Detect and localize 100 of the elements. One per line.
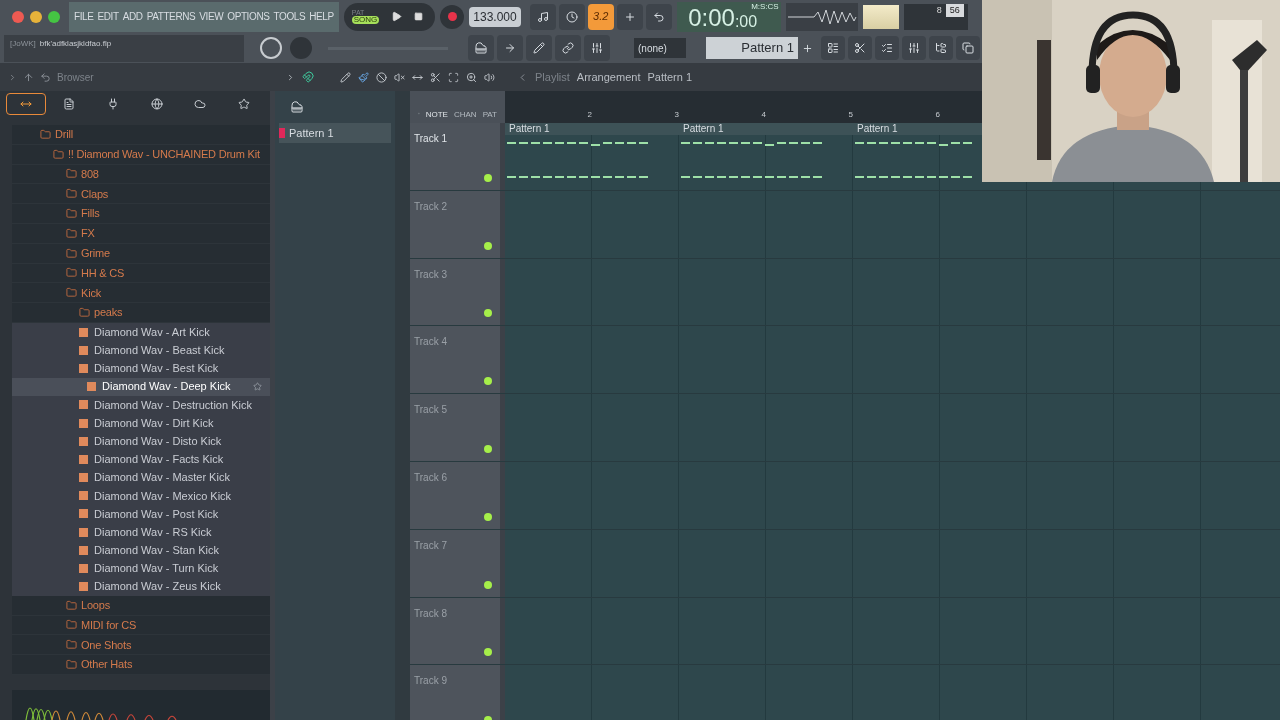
track-header[interactable]: Track 9 [410,665,500,720]
folder-item[interactable]: Fills [12,204,270,224]
expand-icon[interactable] [286,72,295,82]
metronome-button[interactable] [529,3,556,30]
sample-item[interactable]: Diamond Wav - Beast Kick [12,341,270,360]
track-header[interactable]: Track 6 [410,462,500,529]
folder-item[interactable]: Claps [12,184,270,205]
loop-button[interactable] [645,3,672,30]
sample-item[interactable]: Diamond Wav - Master Kick [12,468,270,487]
track-enable-icon[interactable] [484,445,492,453]
record-button[interactable] [440,4,465,29]
folder-item[interactable]: One Shots [12,635,270,656]
folder-item[interactable]: Kick [12,283,270,304]
master-volume-knob[interactable] [260,37,282,59]
track-enable-icon[interactable] [484,377,492,386]
magnet-icon[interactable] [302,71,314,83]
tool-label[interactable]: CHAN [453,111,477,119]
playlist-button[interactable] [821,36,845,60]
track-header[interactable]: Track 7 [410,529,500,597]
track-enable-icon[interactable] [484,580,492,589]
menu-item[interactable]: PATTERNS [145,9,197,24]
track-enable-icon[interactable] [484,309,492,318]
menu-item[interactable]: FILE [73,9,95,24]
sample-item[interactable]: Diamond Wav - Facts Kick [12,450,270,469]
menu-item[interactable]: VIEW [198,9,225,24]
scrollbar-track[interactable] [395,91,410,720]
breadcrumb-item[interactable]: Arrangement [576,68,641,86]
browser-button[interactable] [929,36,953,60]
track-header[interactable]: Track 5 [410,394,500,461]
song-mode-toggle[interactable]: SONG [351,16,380,24]
pattern-clip[interactable]: Pattern 1 [853,123,982,190]
slice-icon[interactable] [430,71,441,83]
maximize-button[interactable] [48,10,60,23]
sample-item[interactable]: Diamond Wav - Best Kick [12,359,270,378]
folder-item[interactable]: Other Hats [12,655,270,675]
track-header[interactable]: Track 3 [410,258,500,326]
folder-item[interactable]: peaks [12,303,270,323]
sample-item[interactable]: Diamond Wav - Turn Kick [12,559,270,578]
minimize-button[interactable] [30,10,42,23]
track-enable-icon[interactable] [484,241,492,250]
delete-icon[interactable] [376,71,387,83]
folder-item[interactable]: Drill [12,125,270,145]
menu-item[interactable]: OPTIONS [226,9,271,24]
breadcrumb-item[interactable]: Pattern 1 [647,68,693,86]
sample-item[interactable]: Diamond Wav - Disto Kick [12,432,270,451]
sample-item[interactable]: Diamond Wav - Stan Kick [12,541,270,560]
playback-icon[interactable] [484,71,495,83]
select-icon[interactable] [448,71,459,83]
step-button[interactable] [848,36,872,60]
channel-rack-button[interactable] [875,36,899,60]
track-header[interactable]: Track 8 [410,597,500,665]
up-icon[interactable] [23,71,34,83]
knob-button[interactable] [584,35,610,61]
folder-item[interactable]: !! Diamond Wav - UNCHAINED Drum Kit [12,144,270,165]
pattern-selector[interactable]: Pattern 1 [706,37,798,59]
breadcrumb-item[interactable]: Playlist [535,68,570,86]
mute-icon[interactable] [394,71,405,83]
channel-dropdown[interactable]: (none) [634,38,686,58]
track-enable-icon[interactable] [484,173,492,182]
arrow-button[interactable] [497,35,523,61]
mixer-button[interactable] [902,36,926,60]
expand-icon[interactable] [8,72,17,82]
countdown-button[interactable] [558,3,585,30]
add-button[interactable] [616,3,643,30]
tool-label[interactable]: NOTE [425,111,448,119]
pattern-clip[interactable]: Pattern 1 [505,123,679,190]
folder-item[interactable]: HH & CS [12,263,270,284]
add-pattern-icon[interactable] [802,42,813,54]
menu-item[interactable]: HELP [308,9,335,24]
stop-icon[interactable] [414,12,424,21]
folder-item[interactable]: 808 [12,164,270,185]
sample-item[interactable]: Diamond Wav - RS Kick [12,523,270,542]
menu-item[interactable]: ADD [121,9,144,24]
track-header[interactable]: Track 2 [410,190,500,258]
folder-item[interactable]: MIDI for CS [12,615,270,636]
link-button[interactable] [555,35,581,61]
tempo-field[interactable]: 133.000 [469,6,521,27]
plugin-button[interactable] [956,36,980,60]
menu-item[interactable]: TOOLS [272,9,307,24]
pattern-clip[interactable]: Pattern 1 [679,123,853,190]
track-header[interactable]: Track 1 [410,123,500,190]
piano-roll-button[interactable] [468,35,494,61]
pencil-button[interactable] [526,35,552,61]
folder-item[interactable]: Grime [12,243,270,264]
tool-label[interactable]: PAT [482,111,497,119]
zoom-icon[interactable] [466,71,477,83]
menu-item[interactable]: EDIT [96,9,120,24]
back-icon[interactable] [40,71,51,83]
pencil-icon[interactable] [340,71,351,83]
snap-button[interactable]: 3.2 [587,3,614,30]
track-header[interactable]: Track 4 [410,326,500,394]
piano-icon[interactable] [291,101,303,113]
play-icon[interactable] [391,11,403,22]
browser-tab[interactable] [5,93,46,115]
track-enable-icon[interactable] [484,512,492,521]
folder-item[interactable]: Loops [12,595,270,616]
folder-item[interactable]: FX [12,224,270,244]
pattern-item[interactable]: Pattern 1 [279,123,391,143]
track-enable-icon[interactable] [484,648,492,657]
brush-icon[interactable] [358,71,369,83]
